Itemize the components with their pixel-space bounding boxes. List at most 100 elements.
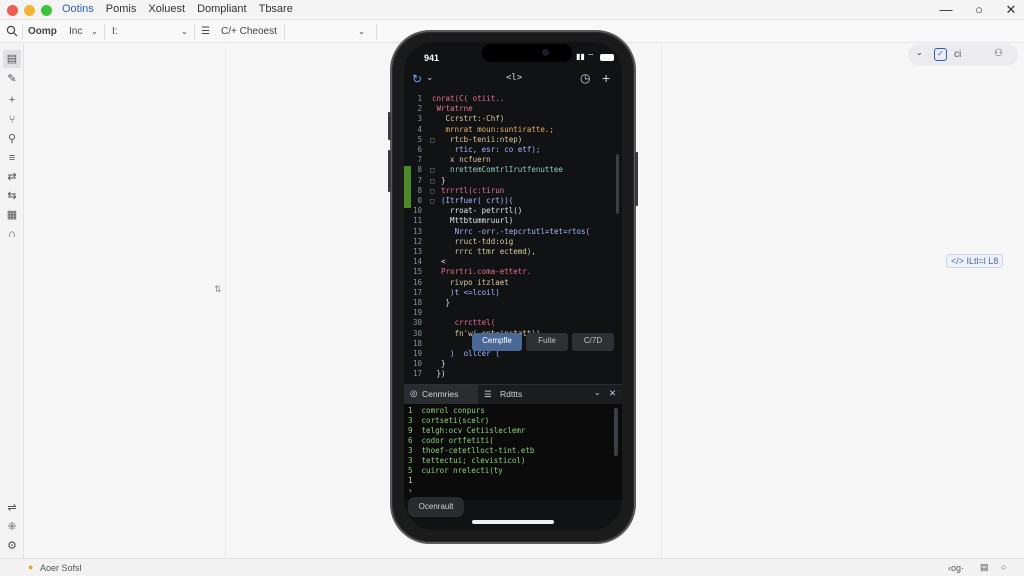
menu-item-xoluest[interactable]: Xoluest — [148, 3, 185, 15]
edit-icon[interactable]: ✎ — [3, 70, 21, 88]
grid-icon[interactable]: ▦ — [3, 206, 21, 224]
chevron-down-icon[interactable]: ⌄ — [916, 48, 923, 57]
code-line[interactable]: 14 < — [404, 257, 622, 267]
code-line[interactable]: 13 Nrrc -orr.-tepcrtutl=tet=rtos( — [404, 227, 622, 237]
code-line[interactable]: 7 □ } — [404, 176, 622, 186]
code-line[interactable]: 3 Ccrstrt:-Chf) — [404, 114, 622, 124]
code-line[interactable]: 13 rrrc ttmr ectemd), — [404, 247, 622, 257]
code-line[interactable]: 19 — [404, 308, 622, 318]
code-line[interactable]: 6 rtic, esr: co etf); — [404, 145, 622, 155]
minimize-window-button[interactable] — [24, 5, 35, 16]
search-icon[interactable]: ○ — [1001, 562, 1006, 572]
user-icon[interactable]: ⚇ — [994, 48, 1003, 59]
console-scrollbar[interactable] — [614, 408, 618, 456]
code-line[interactable]: 5 □ rtcb-tenii:ntep) — [404, 135, 622, 145]
c7d-chip[interactable]: C/7D — [572, 333, 614, 351]
code-line[interactable]: 10 rroat- petrrtl() — [404, 206, 622, 216]
line-number: 4 — [417, 124, 422, 134]
magnet-icon[interactable]: ∩ — [3, 225, 21, 243]
home-indicator[interactable] — [472, 520, 554, 524]
line-number: 0 — [417, 196, 422, 205]
code-line[interactable]: 12 rruct-tdd:oig — [404, 237, 622, 247]
close-panel-icon[interactable]: ✕ — [609, 388, 616, 399]
console-line: 6 codor ortfetiti( — [408, 436, 494, 445]
minimize-icon[interactable]: — — [938, 2, 954, 17]
check-icon[interactable]: ✓ — [934, 48, 947, 61]
fuite-chip[interactable]: Fuite — [526, 333, 568, 351]
menu-item-tbsare[interactable]: Tbsare — [259, 3, 293, 15]
doc-icon[interactable]: ▤ — [980, 562, 989, 573]
chevron-down-icon[interactable]: ⌄ — [181, 25, 188, 39]
panel-icon[interactable]: ▤ — [3, 50, 21, 68]
code-line[interactable]: 17 )t <=lcoil) — [404, 288, 622, 298]
panel-tabs: ◎ Cenmries ☰ Rdttts ⌄ ✕ — [404, 384, 622, 404]
filter-icon[interactable]: ☰ — [201, 25, 210, 39]
code-line[interactable]: 2 Wrtatrne — [404, 104, 622, 114]
refresh-icon[interactable]: ↻ — [412, 72, 422, 86]
code-line[interactable]: 8 □ trrrtl(c:tirun — [404, 186, 622, 196]
code-text: Ccrstrt:-Chf) — [432, 114, 505, 124]
add-icon[interactable]: + — [602, 70, 610, 86]
line-number: 10 — [412, 206, 422, 216]
terminal-button[interactable]: Ocenrault — [408, 497, 464, 517]
list-edit-icon[interactable]: ≡ — [3, 149, 21, 167]
app-header: ↻ ⌄ <l> ◷ + — [404, 70, 622, 92]
volume-button — [388, 112, 391, 140]
code-line[interactable]: 17 }) — [404, 369, 622, 379]
encoding-selector[interactable]: C/+ Cheoest — [221, 25, 277, 39]
menu-item-pomis[interactable]: Pomis — [106, 3, 137, 15]
split-icon[interactable]: ⇆ — [3, 187, 21, 205]
menu-app-name[interactable]: Ootins — [62, 3, 94, 15]
dynamic-island — [482, 44, 572, 62]
title-bar: Ootins Pomis Xoluest Dompliant Tbsare — … — [0, 0, 1024, 20]
code-line[interactable]: 16 rivpo itzlaet — [404, 278, 622, 288]
select-inc[interactable]: Inc ⌄ — [69, 25, 98, 39]
code-line[interactable]: 18 } — [404, 298, 622, 308]
zoom-window-button[interactable] — [41, 5, 52, 16]
code-line[interactable]: 10 } — [404, 359, 622, 369]
pin-icon[interactable]: ⚲ — [3, 130, 21, 148]
console-line: 3 thoef-cetetlloct-tint.etb — [408, 446, 535, 455]
console-line: 9 telgh:ocv Cetiisleclemr — [408, 426, 526, 435]
clock-icon[interactable]: ◷ — [580, 71, 590, 85]
code-line[interactable]: 4 mrnrat moun:suntiratte.; — [404, 125, 622, 135]
sliders-icon[interactable]: ⇌ — [3, 499, 21, 517]
tab-cenmries[interactable]: ◎ Cenmries — [404, 385, 478, 404]
resize-handle[interactable]: ⇅ — [214, 284, 222, 295]
code-line[interactable]: 0 □ (Itrfuer( crt))( — [404, 196, 622, 206]
search-icon[interactable] — [6, 25, 18, 39]
close-window-button[interactable] — [7, 5, 18, 16]
select-i[interactable]: I: — [112, 25, 118, 39]
settings-icon[interactable]: ⁜ — [3, 518, 21, 536]
comp-selector[interactable]: Oomp — [28, 25, 57, 39]
debug-icon[interactable]: ⚙ — [3, 537, 21, 555]
chevron-down-icon[interactable]: ⌄ — [358, 25, 365, 39]
warning-icon[interactable]: ● — [28, 562, 33, 572]
code-text: Prortri.coma-ettetr. — [432, 267, 532, 277]
list-icon: ☰ — [484, 389, 492, 399]
code-chip[interactable]: </> ILtl=l L8 — [946, 254, 1004, 268]
chevron-down-icon[interactable]: ⌄ — [594, 388, 601, 397]
float-label: ci — [954, 49, 962, 60]
line-number: 18 — [412, 298, 422, 307]
chevron-down-icon[interactable]: ⌄ — [426, 72, 434, 83]
compile-chip[interactable]: Cempfle — [472, 333, 522, 351]
console-output[interactable]: 1 comrol conpurs 3 cortseti(scelr) 9 telgh… — [404, 404, 622, 500]
code-line[interactable]: 7 x ncfuern — [404, 155, 622, 165]
branch-icon[interactable]: ⑂ — [3, 111, 21, 129]
line-number: 2 — [417, 104, 422, 114]
code-line[interactable]: 1 cnrat(C( otiit.. — [404, 94, 622, 104]
close-icon[interactable]: ✕ — [1003, 2, 1019, 18]
console-line: 3 tettectui; clevisticol) — [408, 456, 526, 465]
code-line[interactable]: 8 □ nrettemComtrlIrutfenuttee — [404, 165, 622, 175]
add-icon[interactable]: + — [3, 91, 21, 109]
flow-icon[interactable]: ⇄ — [3, 168, 21, 186]
code-line[interactable]: 30 crrcttel( — [404, 318, 622, 328]
code-line[interactable]: 11 Mttbtummruurl) — [404, 216, 622, 226]
maximize-icon[interactable]: ○ — [971, 2, 987, 17]
code-line[interactable]: 15 Prortri.coma-ettetr. — [404, 267, 622, 277]
menu-item-dompliant[interactable]: Dompliant — [197, 3, 247, 15]
line-number: 17 — [412, 287, 422, 297]
tab-rdttts[interactable]: ☰ Rdttts — [484, 389, 522, 400]
console-line: 1 — [408, 476, 413, 485]
